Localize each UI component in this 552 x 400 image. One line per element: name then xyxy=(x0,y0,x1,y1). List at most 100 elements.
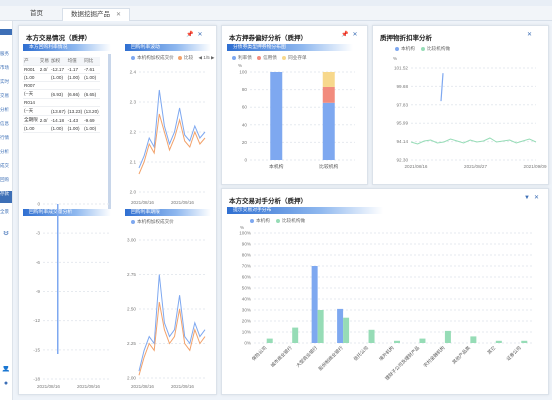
y-tick: -18 xyxy=(33,377,40,382)
panel-discount-rate: 质押物折扣率分析 ✕ 本机构 比较机构做 % 101.52 99.68 97.83 9… xyxy=(372,25,549,185)
volume-bar xyxy=(57,204,59,354)
x-tick: 2021/08/16 xyxy=(131,384,154,389)
x-tick: 其它 xyxy=(486,344,498,356)
y-tick: 60% xyxy=(242,275,251,280)
y-tick: -15 xyxy=(33,347,40,352)
grouped-bar xyxy=(470,336,477,343)
sidebar-item[interactable]: 成交 xyxy=(0,163,12,169)
y-tick: 100% xyxy=(239,231,251,236)
x-tick: 股份制商业银行 xyxy=(317,344,345,372)
series-line xyxy=(440,73,444,102)
grouped-bar xyxy=(292,327,299,343)
sidebar-item[interactable]: 全景 xyxy=(0,209,12,215)
series-line xyxy=(410,137,537,145)
x-tick: 农村金融机构 xyxy=(422,344,447,369)
grouped-bar xyxy=(317,310,324,343)
stacked-bar xyxy=(322,72,335,87)
y-tick: -12 xyxy=(33,318,40,323)
y-tick: 3.00 xyxy=(127,238,136,243)
x-tick: 2021/08/16 xyxy=(405,164,428,169)
discount-chart: 101.52 99.68 97.83 95.99 94.14 92.302021/08/1… xyxy=(394,66,547,170)
y-tick: 2.00 xyxy=(127,376,136,381)
stacked-bar xyxy=(322,86,335,103)
grouped-bar xyxy=(266,338,273,343)
grouped-bar xyxy=(311,266,318,343)
x-tick: 大型商业银行 xyxy=(295,344,320,369)
x-tick: 证券公司 xyxy=(505,344,523,362)
tab-bar: 首页 数据挖掘产品 ✕ xyxy=(0,6,552,21)
series-line xyxy=(138,113,206,175)
grouped-bar xyxy=(444,330,451,343)
y-tick: 50% xyxy=(242,286,251,291)
sidebar-item[interactable]: 行情 xyxy=(0,135,12,141)
grouped-bar xyxy=(394,340,400,343)
y-tick: 94.14 xyxy=(397,139,409,144)
x-tick: 本机构 xyxy=(269,163,284,170)
grouped-bar xyxy=(337,308,344,343)
grouped-bar xyxy=(419,338,426,343)
y-tick: 90% xyxy=(242,242,251,247)
sidebar-item[interactable]: 信息 xyxy=(0,121,12,127)
user-icon[interactable]: 👤 xyxy=(0,366,12,374)
y-tick: 2.3 xyxy=(130,100,137,105)
stacked-bar xyxy=(270,72,283,160)
sidebar-item[interactable]: 分析 xyxy=(0,149,12,155)
y-tick: 60 xyxy=(242,105,248,110)
y-tick: 100 xyxy=(239,70,247,75)
bond-type-chart: 100 80 60 40 20 0 本机构 比较机构 xyxy=(239,70,355,170)
x-tick: 其他产品类 xyxy=(451,344,472,365)
sidebar-item-active[interactable]: 存款 xyxy=(0,191,12,203)
x-tick: 2021/09/16 xyxy=(171,384,194,389)
y-tick: 30% xyxy=(242,308,251,313)
y-tick: -3 xyxy=(36,231,41,236)
y-tick: 20 xyxy=(242,140,248,145)
panel-counterparty: 本方交易对手分析（质押） ▼ ✕ 提示交易对手分布 本机构 比较机构做 % 100… xyxy=(221,188,549,395)
sidebar-item[interactable]: 交易 xyxy=(0,93,12,99)
grouped-bar xyxy=(495,340,502,343)
grouped-bar xyxy=(521,340,528,343)
close-icon[interactable]: ✕ xyxy=(116,12,121,18)
y-tick: 40% xyxy=(242,297,251,302)
y-tick: -9 xyxy=(36,289,41,294)
x-tick: 保险公司 xyxy=(250,344,268,362)
y-tick: 0 xyxy=(244,158,247,163)
tab-label: 首页 xyxy=(30,10,43,17)
y-tick: 97.83 xyxy=(397,102,409,107)
panel-trade-status: 本方交易情况（质押） 📌 ✕ 本方回购利率情况 回购利率波动 本机构加权成交价 比… xyxy=(18,25,217,395)
y-tick: 0% xyxy=(244,341,251,346)
sidebar-marker xyxy=(0,29,12,35)
sidebar-item[interactable]: 回购 xyxy=(0,177,12,183)
sidebar-item[interactable]: 市场 xyxy=(0,65,12,71)
settings-icon[interactable]: ⚙ xyxy=(0,231,12,239)
x-tick: 2021/08/27 xyxy=(464,164,487,169)
y-tick: 2.1 xyxy=(130,160,137,165)
x-tick: 信托公司 xyxy=(352,344,370,362)
sidebar-item[interactable]: 分析 xyxy=(0,107,12,113)
panel-collateral-pref: 本方押券偏好分析（质押） 📌 ✕ 分债券类型押券物分布图 利率债 信用债 同业存单… xyxy=(221,25,368,185)
y-tick: 95.99 xyxy=(397,121,409,126)
y-tick: 20% xyxy=(242,319,251,324)
grouped-bar xyxy=(368,329,375,343)
counterparty-chart: 100% 90% 80% 70% 60% 50% 40% 30% 20% 10% 0%保险公司 城市商… xyxy=(239,231,534,382)
sidebar: 服务 市场 实时 交易 分析 信息 行情 分析 成交 回购 存款 全景 ⚙ 👤 … xyxy=(0,21,13,400)
x-tick: 2021/09/09 xyxy=(524,164,547,169)
sidebar-item[interactable]: 实时 xyxy=(0,79,12,85)
y-tick: 0 xyxy=(37,202,40,207)
y-tick: 2.50 xyxy=(127,307,136,312)
x-tick: 城市商业银行 xyxy=(269,344,294,369)
x-tick: 2021/08/16 xyxy=(131,200,154,205)
y-tick: 99.68 xyxy=(397,84,409,89)
y-tick: 80% xyxy=(242,253,251,258)
panel1-charts: 2.4 2.3 2.2 2.1 2.0 3.00 2.75 2.50 2.25 2.00 0 -3 -6… xyxy=(33,70,206,382)
tab-home[interactable]: 首页 xyxy=(22,8,51,20)
x-tick: 2021/09/16 xyxy=(171,200,194,205)
y-tick: 2.0 xyxy=(130,190,137,195)
y-tick: 10% xyxy=(242,330,251,335)
sidebar-item[interactable]: 服务 xyxy=(0,51,12,57)
y-tick: 92.30 xyxy=(397,158,409,163)
x-tick: 2021/09/16 xyxy=(77,384,100,389)
y-tick: 80 xyxy=(242,87,248,92)
tab-data-mining[interactable]: 数据挖掘产品 ✕ xyxy=(62,8,131,21)
avatar[interactable]: ● xyxy=(0,381,12,389)
grouped-bar xyxy=(343,317,350,343)
